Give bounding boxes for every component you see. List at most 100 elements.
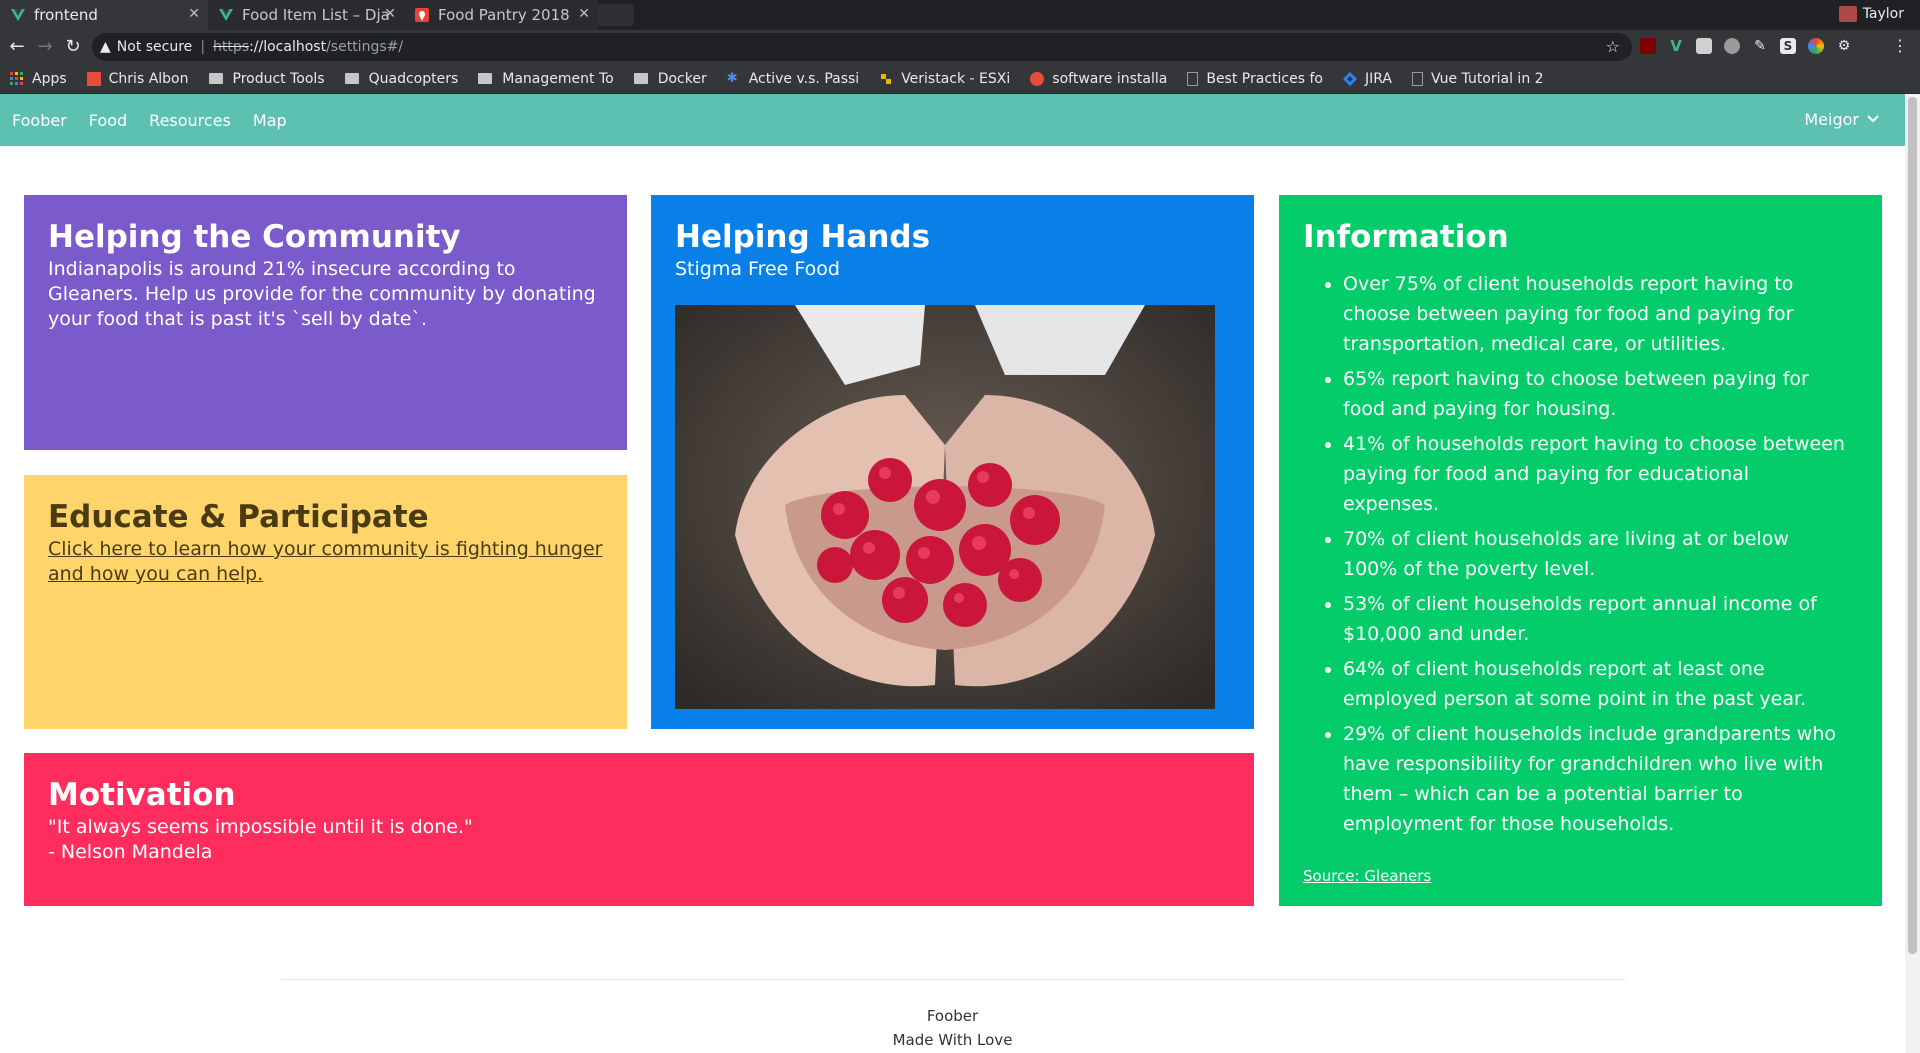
settings-gear-icon[interactable]: ⚙ bbox=[1836, 38, 1852, 54]
close-icon[interactable]: ✕ bbox=[384, 6, 396, 22]
source-gleaners-link[interactable]: Source: Gleaners bbox=[1303, 867, 1431, 885]
bookmark-active-passive[interactable]: ✱ Active v.s. Passi bbox=[727, 71, 859, 87]
footer-tagline: Made With Love bbox=[892, 1031, 1013, 1049]
bookmark-apps[interactable]: Apps bbox=[10, 71, 67, 87]
bookmark-veristack[interactable]: Veristack - ESXi bbox=[879, 71, 1010, 87]
bookmark-label: software installa bbox=[1052, 70, 1168, 87]
user-dropdown[interactable]: Meigor bbox=[1804, 110, 1879, 129]
ublock-icon[interactable] bbox=[1640, 38, 1656, 54]
extension-square-icon[interactable] bbox=[1696, 38, 1712, 54]
ask-icon bbox=[1030, 71, 1045, 86]
browser-menu-icon[interactable]: ⋮ bbox=[1892, 36, 1908, 55]
folder-icon bbox=[208, 73, 223, 84]
bookmark-label: Best Practices fo bbox=[1206, 70, 1323, 87]
warning-triangle-icon: ▲ bbox=[100, 39, 111, 55]
bookmark-jira[interactable]: JIRA bbox=[1342, 70, 1392, 87]
feather-icon[interactable]: ✎ bbox=[1752, 38, 1768, 54]
profile-button[interactable]: Taylor bbox=[1838, 6, 1904, 22]
nav-brand[interactable]: Foober bbox=[12, 111, 67, 130]
url-protocol: https bbox=[213, 39, 250, 55]
card-educate-participate: Educate & Participate Click here to lear… bbox=[24, 475, 627, 729]
tab-title: frontend bbox=[34, 6, 98, 24]
card-title: Educate & Participate bbox=[48, 499, 429, 535]
tab-food-pantry[interactable]: Food Pantry 2018 ✕ bbox=[404, 0, 598, 30]
folder-icon bbox=[344, 73, 359, 84]
page-icon bbox=[1187, 71, 1199, 86]
bookmark-label: Veristack - ESXi bbox=[901, 70, 1011, 87]
learn-more-link[interactable]: Click here to learn how your community i… bbox=[48, 538, 603, 585]
site-navbar: Foober Food Resources Map Meigor bbox=[0, 94, 1905, 146]
info-list-item: 70% of client households are living at o… bbox=[1343, 524, 1858, 584]
close-icon[interactable]: ✕ bbox=[578, 6, 590, 22]
profile-name: Taylor bbox=[1862, 6, 1904, 22]
map-pin-icon bbox=[414, 7, 430, 23]
nav-link-resources[interactable]: Resources bbox=[149, 111, 231, 130]
info-list-item: 41% of households report having to choos… bbox=[1343, 429, 1858, 519]
bookmark-vue-tutorial[interactable]: Vue Tutorial in 2 bbox=[1411, 71, 1544, 87]
back-arrow-icon[interactable]: ← bbox=[6, 36, 28, 58]
nav-link-map[interactable]: Map bbox=[253, 111, 287, 130]
card-helping-community: Helping the Community Indianapolis is ar… bbox=[24, 195, 627, 450]
chevron-down-icon bbox=[1867, 112, 1879, 127]
vmware-icon bbox=[879, 72, 893, 86]
address-bar[interactable]: ▲ Not secure | https://localhost/setting… bbox=[92, 33, 1632, 61]
tab-title: Food Item List – Dja bbox=[242, 6, 390, 24]
color-picker-icon[interactable] bbox=[1808, 38, 1824, 54]
folder-icon bbox=[633, 73, 648, 84]
s-extension-icon[interactable]: S bbox=[1780, 38, 1796, 54]
apps-grid-icon bbox=[10, 71, 24, 86]
user-name: Meigor bbox=[1804, 110, 1859, 129]
extension-icons: V ✎ S ⚙ bbox=[1640, 38, 1852, 54]
bookmark-best-practices[interactable]: Best Practices fo bbox=[1187, 71, 1323, 87]
bookmark-management-tools[interactable]: Management To bbox=[478, 71, 614, 87]
security-label[interactable]: Not secure bbox=[117, 39, 193, 55]
browser-tab-strip: frontend ✕ Food Item List – Dja ✕ Food P… bbox=[0, 0, 1920, 30]
puzzle-icon: ✱ bbox=[726, 70, 738, 86]
profile-avatar-icon bbox=[1838, 6, 1857, 22]
card-subtitle: Stigma Free Food bbox=[675, 258, 840, 280]
info-list-item: Over 75% of client households report hav… bbox=[1343, 269, 1858, 359]
bookmark-label: Quadcopters bbox=[368, 70, 459, 87]
bookmark-label: JIRA bbox=[1364, 70, 1392, 87]
red-square-icon bbox=[86, 71, 101, 86]
page-icon bbox=[1411, 71, 1423, 86]
motivation-quote: "It always seems impossible until it is … bbox=[48, 816, 473, 838]
bookmark-label: Docker bbox=[657, 70, 707, 87]
extension-round-icon[interactable] bbox=[1724, 38, 1740, 54]
bookmark-docker[interactable]: Docker bbox=[633, 70, 707, 87]
footer-divider bbox=[281, 979, 1625, 980]
address-toolbar: ← → ↻ ▲ Not secure | https://localhost/s… bbox=[0, 30, 1920, 64]
bookmark-product-tools[interactable]: Product Tools bbox=[208, 70, 325, 87]
card-title: Helping Hands bbox=[675, 219, 931, 255]
tab-frontend[interactable]: frontend ✕ bbox=[0, 0, 208, 30]
bookmark-chris-albon[interactable]: Chris Albon bbox=[86, 71, 189, 87]
info-list-item: 29% of client households include grandpa… bbox=[1343, 719, 1858, 839]
bookmark-label: Product Tools bbox=[232, 70, 325, 87]
reload-icon[interactable]: ↻ bbox=[62, 36, 84, 58]
bookmark-software-install[interactable]: software installa bbox=[1030, 71, 1167, 87]
url-host: ://localhost bbox=[249, 39, 327, 55]
jira-icon bbox=[1342, 71, 1357, 86]
card-helping-hands: Helping Hands Stigma Free Food bbox=[651, 195, 1254, 729]
info-list: Over 75% of client households report hav… bbox=[1303, 269, 1858, 839]
tab-food-item-list[interactable]: Food Item List – Dja ✕ bbox=[208, 0, 404, 30]
card-title: Helping the Community bbox=[48, 219, 461, 255]
info-list-item: 64% of client households report at least… bbox=[1343, 654, 1858, 714]
page-scrollbar[interactable] bbox=[1905, 94, 1920, 1053]
hands-raspberries-image bbox=[675, 305, 1215, 709]
card-motivation: Motivation "It always seems impossible u… bbox=[24, 753, 1254, 906]
footer-brand: Foober bbox=[926, 1007, 979, 1025]
bookmark-quadcopters[interactable]: Quadcopters bbox=[344, 70, 459, 87]
bookmark-star-icon[interactable]: ☆ bbox=[1606, 37, 1620, 56]
vue-icon bbox=[10, 7, 26, 23]
card-title: Motivation bbox=[48, 777, 236, 813]
vue-devtools-icon[interactable]: V bbox=[1668, 38, 1684, 54]
scrollbar-thumb[interactable] bbox=[1908, 97, 1917, 954]
url-path: /settings#/ bbox=[326, 39, 404, 55]
close-icon[interactable]: ✕ bbox=[188, 6, 200, 22]
folder-icon bbox=[478, 73, 493, 84]
nav-link-food[interactable]: Food bbox=[89, 111, 127, 130]
forward-arrow-icon[interactable]: → bbox=[34, 36, 56, 58]
new-tab-button[interactable] bbox=[598, 4, 634, 26]
info-list-item: 53% of client households report annual i… bbox=[1343, 589, 1858, 649]
